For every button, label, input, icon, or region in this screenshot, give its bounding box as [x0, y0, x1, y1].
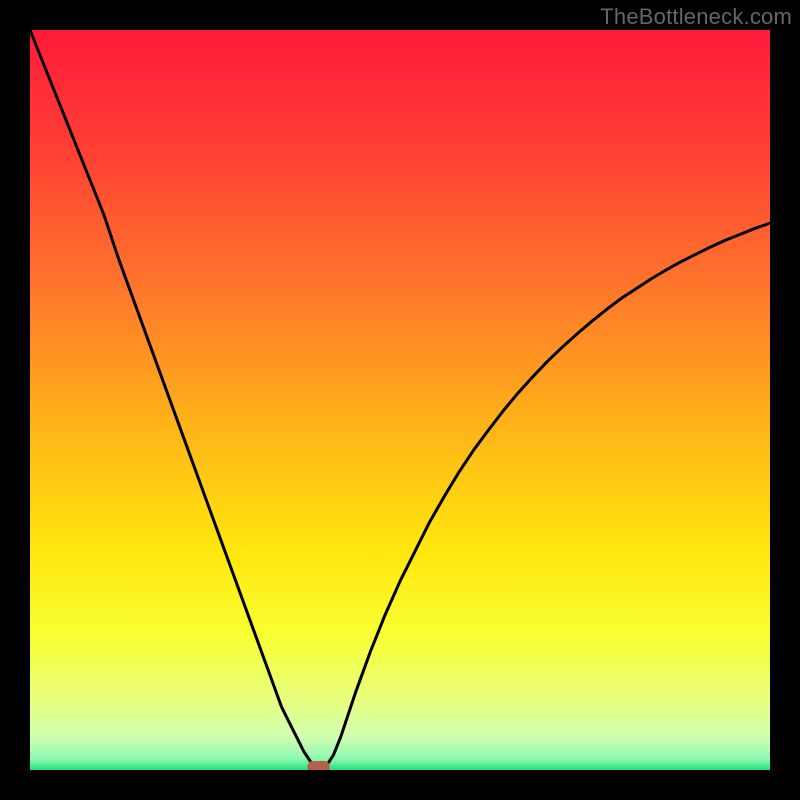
min-marker: [308, 761, 330, 770]
plot-area: [30, 30, 770, 770]
chart-svg: [30, 30, 770, 770]
watermark-label: TheBottleneck.com: [600, 4, 792, 30]
chart-frame: TheBottleneck.com: [0, 0, 800, 800]
gradient-bg: [30, 30, 770, 770]
